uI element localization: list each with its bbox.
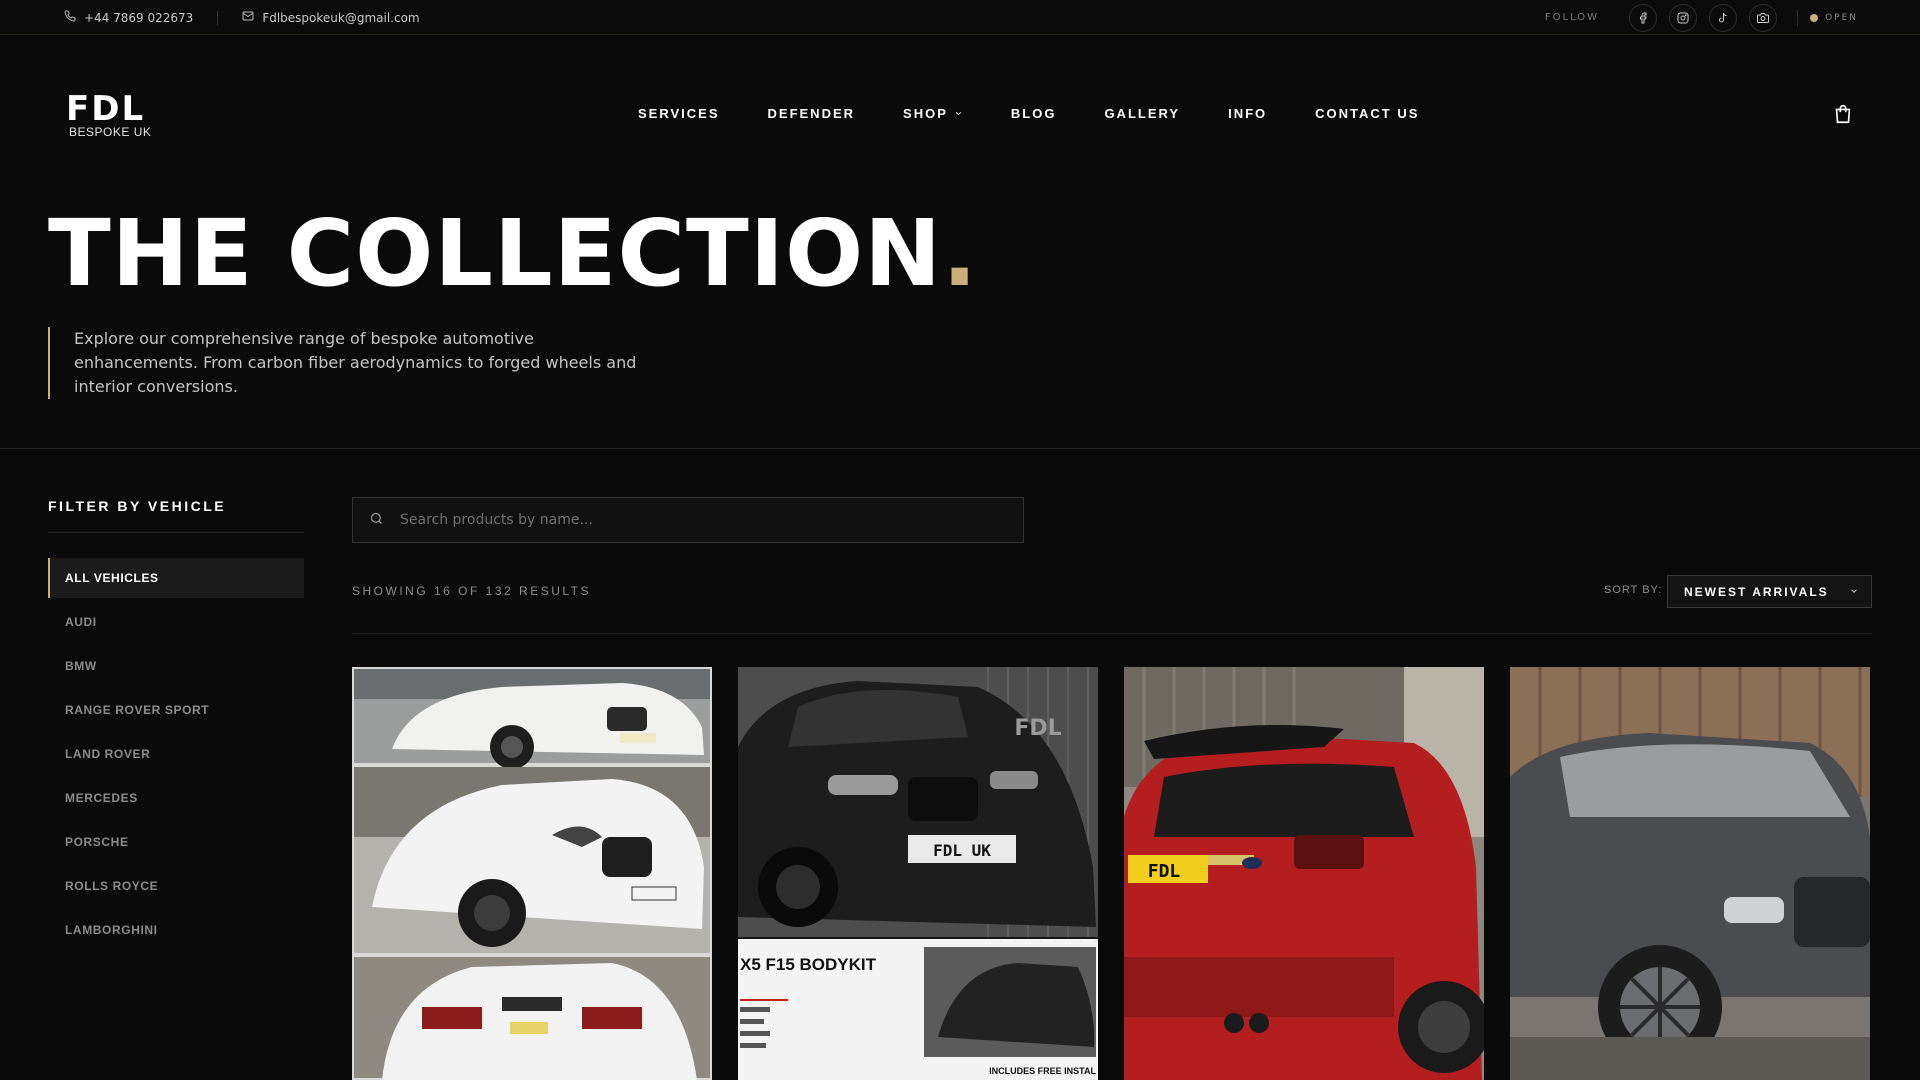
filter-title: FILTER BY VEHICLE <box>48 498 227 514</box>
sort-value: NEWEST ARRIVALS <box>1684 584 1829 599</box>
email-contact[interactable]: Fdlbespokeuk@gmail.com <box>242 10 420 25</box>
product-plate: FDL UK <box>933 841 991 860</box>
search-box <box>352 497 1024 543</box>
main-nav: SERVICES DEFENDER SHOP BLOG GALLERY INFO… <box>638 106 1467 121</box>
product-watermark: FDL <box>1014 716 1061 741</box>
product-footnote: INCLUDES FREE INSTAL <box>989 1066 1096 1076</box>
nav-blog[interactable]: BLOG <box>1011 106 1057 121</box>
email-address: Fdlbespokeuk@gmail.com <box>262 10 420 25</box>
product-image-grey-bmw-x5 <box>1510 667 1870 1080</box>
filter-item-audi[interactable]: AUDI <box>48 602 304 642</box>
filter-item-porsche[interactable]: PORSCHE <box>48 822 304 862</box>
hero-description: Explore our comprehensive range of bespo… <box>48 327 648 399</box>
camera-icon[interactable] <box>1749 3 1778 32</box>
product-card[interactable]: FDL UK FDL X5 F15 BODYKIT INCLUDES FREE … <box>738 667 1098 1080</box>
product-card[interactable]: FDL <box>1124 667 1484 1080</box>
product-image-red-range-rover-sport: FDL <box>1124 667 1484 1080</box>
logo-main: FDL <box>66 89 146 129</box>
filter-item-land-rover[interactable]: LAND ROVER <box>48 734 304 774</box>
product-overlay-title: X5 F15 BODYKIT <box>740 955 877 974</box>
filter-item-bmw[interactable]: BMW <box>48 646 304 686</box>
results-count: SHOWING 16 OF 132 RESULTS <box>352 584 591 598</box>
topbar-divider <box>1797 9 1799 26</box>
instagram-icon[interactable] <box>1669 3 1698 32</box>
nav-gallery[interactable]: GALLERY <box>1104 106 1180 121</box>
filter-item-lamborghini[interactable]: LAMBORGHINI <box>48 910 304 950</box>
top-bar: +44 7869 022673 Fdlbespokeuk@gmail.com F… <box>0 0 1920 35</box>
filter-divider <box>48 532 304 533</box>
vehicle-filter-list: ALL VEHICLES AUDI BMW RANGE ROVER SPORT … <box>48 558 304 954</box>
chevron-down-icon <box>954 106 963 121</box>
nav-shop[interactable]: SHOP <box>903 106 963 121</box>
nav-defender[interactable]: DEFENDER <box>768 106 856 121</box>
chevron-down-icon <box>1849 585 1859 599</box>
open-status: OPEN <box>1810 13 1858 23</box>
search-input[interactable] <box>400 512 960 528</box>
phone-contact[interactable]: +44 7869 022673 <box>64 10 193 25</box>
shopping-bag-icon[interactable] <box>1832 103 1856 127</box>
filter-item-range-rover-sport[interactable]: RANGE ROVER SPORT <box>48 690 304 730</box>
mail-icon <box>242 10 254 25</box>
status-dot <box>1810 13 1819 22</box>
open-status-label: OPEN <box>1825 12 1858 23</box>
sort-dropdown[interactable]: NEWEST ARRIVALS <box>1667 575 1872 608</box>
product-image-black-bmw-x5-bodykit: FDL UK FDL X5 F15 BODYKIT INCLUDES FREE … <box>738 667 1098 1080</box>
product-card[interactable] <box>1510 667 1870 1080</box>
nav-info[interactable]: INFO <box>1228 106 1267 121</box>
page-title-text: THE COLLECTION <box>48 200 943 307</box>
facebook-icon[interactable] <box>1629 3 1658 32</box>
nav-contact-us[interactable]: CONTACT US <box>1315 106 1419 121</box>
title-accent-dot: . <box>942 200 979 307</box>
phone-number: +44 7869 022673 <box>84 10 194 25</box>
nav-shop-label: SHOP <box>903 106 948 121</box>
filter-item-all-vehicles[interactable]: ALL VEHICLES <box>48 558 304 598</box>
logo[interactable]: FDL BESPOKE UK <box>66 89 176 139</box>
topbar-divider <box>217 10 219 25</box>
sort-label: SORT BY: <box>1604 584 1663 596</box>
product-plate: FDL <box>1148 861 1181 882</box>
follow-label: FOLLOW <box>1544 12 1600 23</box>
page-title: THE COLLECTION. <box>48 204 978 304</box>
product-image-white-bmw-x5 <box>352 667 712 1080</box>
logo-sub: BESPOKE UK <box>69 125 152 139</box>
nav-services[interactable]: SERVICES <box>638 106 720 121</box>
product-card[interactable] <box>352 667 712 1080</box>
phone-icon <box>64 10 76 25</box>
filter-item-mercedes[interactable]: MERCEDES <box>48 778 304 818</box>
filter-item-rolls-royce[interactable]: ROLLS ROYCE <box>48 866 304 906</box>
section-divider <box>0 448 1920 449</box>
toolbar-divider <box>352 633 1872 634</box>
search-icon <box>369 511 384 530</box>
tiktok-icon[interactable] <box>1709 3 1738 32</box>
